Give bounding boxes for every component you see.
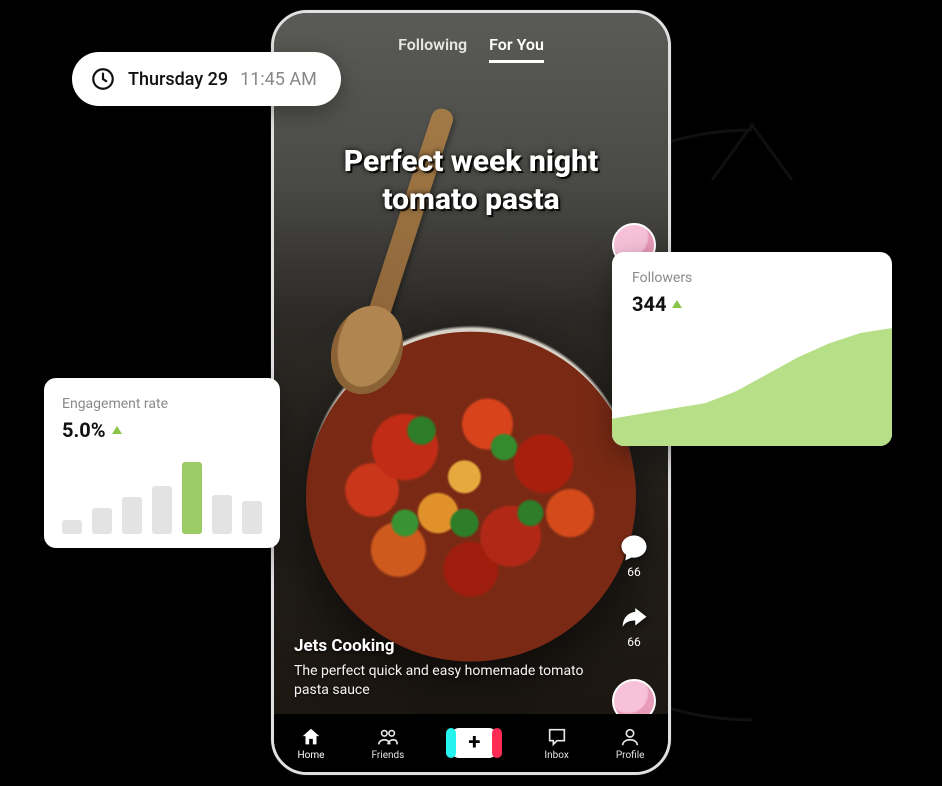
engagement-bar-chart [62,456,262,534]
inbox-icon [546,726,568,748]
nav-friends[interactable]: Friends [371,726,404,761]
bar [182,462,202,534]
plus-icon: + [468,732,480,754]
bar [212,495,232,534]
trend-up-icon [112,426,122,434]
tab-for-you[interactable]: For You [489,35,544,63]
feed-tabs: Following For You [274,35,668,63]
bar [152,486,172,534]
followers-card[interactable]: Followers 344 [612,252,892,446]
nav-home[interactable]: Home [298,726,325,761]
schedule-time: 11:45 AM [240,69,317,90]
phone-mockup: Following For You Perfect week night tom… [271,10,671,775]
engagement-value: 5.0% [62,418,106,442]
tab-following[interactable]: Following [398,35,467,63]
nav-friends-label: Friends [371,750,404,761]
nav-inbox[interactable]: Inbox [544,726,568,761]
nav-inbox-label: Inbox [544,750,568,761]
share-icon [619,603,649,633]
trend-up-icon [672,300,682,308]
bar [242,501,262,534]
schedule-pill[interactable]: Thursday 29 11:45 AM [72,52,341,106]
bar [122,497,142,534]
comment-icon [619,533,649,563]
nav-profile[interactable]: Profile [616,726,645,761]
nav-home-label: Home [298,750,325,761]
engagement-card[interactable]: Engagement rate 5.0% [44,378,280,548]
followers-label: Followers [632,270,872,286]
followers-area-chart [612,326,892,446]
share-button[interactable]: 66 [619,603,649,649]
nav-profile-label: Profile [616,750,645,761]
creator-username[interactable]: Jets Cooking [294,636,588,656]
video-caption: Jets Cooking The perfect quick and easy … [294,636,588,700]
engagement-label: Engagement rate [62,396,262,412]
share-count: 66 [627,635,641,649]
bottom-nav: Home Friends + Inbox Profile [274,714,668,772]
friends-icon [377,726,399,748]
clock-icon [90,66,116,92]
comment-count: 66 [627,565,641,579]
schedule-day: Thursday 29 [128,69,228,90]
followers-value: 344 [632,292,666,316]
home-icon [300,726,322,748]
bar [92,508,112,534]
comment-button[interactable]: 66 [619,533,649,579]
nav-create-button[interactable]: + [451,728,497,758]
profile-icon [619,726,641,748]
video-description: The perfect quick and easy homemade toma… [294,662,588,700]
video-overlay-title: Perfect week night tomato pasta [274,143,668,218]
bar [62,520,82,534]
